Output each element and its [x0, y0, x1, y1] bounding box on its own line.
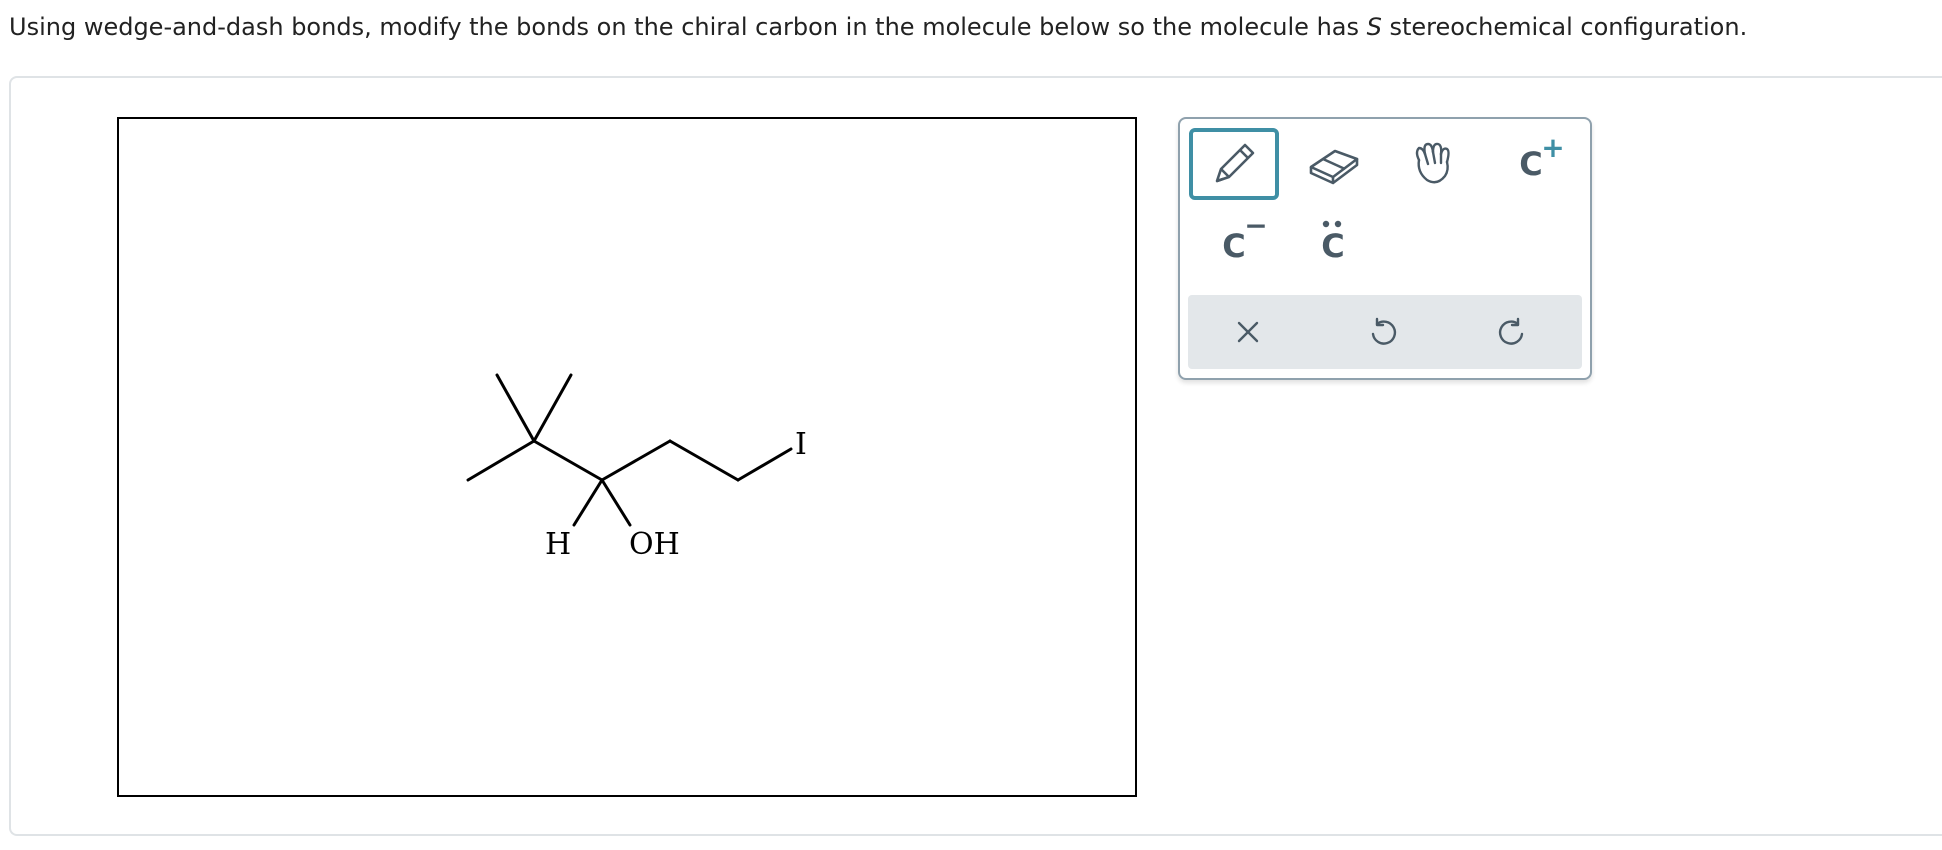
carbanion-icon: C − [1222, 212, 1267, 265]
drawing-canvas[interactable]: H OH I [117, 117, 1137, 797]
pencil-icon [1215, 143, 1255, 183]
question-text-after: stereochemical configuration. [1381, 13, 1748, 41]
lone-pair-dots [1323, 220, 1342, 228]
action-bar [1188, 295, 1582, 369]
undo-icon [1371, 317, 1397, 345]
drawing-toolbox: C + C − C [1178, 117, 1592, 380]
hand-tool-button[interactable] [1387, 128, 1477, 200]
hand-icon [1415, 142, 1450, 184]
bond-chiral-to-ch2[interactable] [600, 439, 672, 482]
close-icon [1237, 321, 1259, 343]
carbanion-tool-button[interactable]: C − [1189, 210, 1279, 282]
carbanion-label: C [1222, 227, 1246, 265]
lone-pair-icon: C [1321, 220, 1345, 265]
bond-methyl-left[interactable] [466, 439, 536, 482]
bond-ch2-to-iodine[interactable] [736, 447, 793, 482]
bond-chiral-to-oh[interactable] [600, 478, 632, 527]
bond-methyl-right-top[interactable] [532, 373, 573, 443]
bond-methyl-left-top[interactable] [495, 373, 536, 443]
eraser-tool-button[interactable] [1288, 128, 1378, 200]
carbocation-charge: + [1541, 131, 1565, 164]
bond-quaternary-to-chiral[interactable] [532, 439, 604, 482]
bond-ch2-to-ch2[interactable] [668, 439, 740, 482]
question-text: Using wedge-and-dash bonds, modify the b… [9, 10, 1747, 44]
clear-button[interactable] [1218, 304, 1278, 360]
atom-label-hydrogen[interactable]: H [545, 527, 571, 562]
redo-button[interactable] [1482, 304, 1542, 360]
carbocation-icon: C + [1519, 134, 1564, 183]
bond-chiral-to-h[interactable] [572, 478, 604, 527]
lone-pair-tool-button[interactable]: C [1288, 210, 1378, 282]
atom-label-hydroxyl[interactable]: OH [629, 527, 680, 562]
redo-icon [1498, 317, 1524, 345]
carbanion-charge: − [1244, 209, 1268, 242]
pencil-tool-button[interactable] [1189, 128, 1279, 200]
lone-pair-label: C [1321, 227, 1345, 265]
eraser-icon [1309, 149, 1359, 185]
molecule-drawing[interactable]: H OH I [119, 119, 1135, 795]
question-emphasis: S [1366, 13, 1382, 41]
carbocation-tool-button[interactable]: C + [1486, 128, 1576, 200]
question-text-before: Using wedge-and-dash bonds, modify the b… [9, 13, 1367, 41]
undo-button[interactable] [1353, 304, 1413, 360]
carbocation-label: C [1519, 145, 1543, 183]
atom-label-iodine[interactable]: I [795, 427, 807, 462]
